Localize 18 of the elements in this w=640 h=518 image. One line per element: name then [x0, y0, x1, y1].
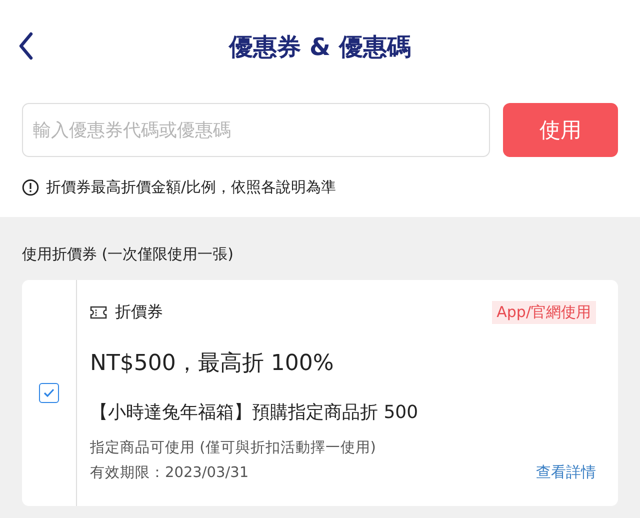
page-title: 優惠券 & 優惠碼 — [229, 32, 411, 63]
coupon-name: 【小時達兔年福箱】預購指定商品折 500 — [90, 401, 420, 424]
channel-tag: App/官網使用 — [492, 300, 596, 324]
ticket-icon — [90, 306, 107, 318]
details-link[interactable]: 查看詳情 — [536, 463, 596, 482]
check-icon — [43, 388, 55, 398]
coupon-code-field[interactable]: 輸入優惠券代碼或優惠碼 — [22, 103, 490, 157]
apply-button[interactable]: 使用 — [503, 103, 618, 157]
notice-text: 折價券最高折價金額/比例，依照各說明為準 — [46, 178, 336, 197]
coupon-type: 折價券 — [115, 302, 163, 322]
info-icon — [22, 179, 39, 196]
section-label: 使用折價券 (一次僅限使用一張) — [22, 245, 234, 264]
coupon-scope: 指定商品可使用 (僅可與折扣活動擇一使用) — [90, 438, 377, 457]
coupon-headline: NT$500，最高折 100% — [90, 350, 335, 378]
back-button[interactable] — [18, 32, 34, 60]
expiry-date: 有效期限：2023/03/31 — [90, 464, 249, 482]
checkbox[interactable] — [39, 383, 59, 403]
back-icon — [18, 32, 34, 60]
